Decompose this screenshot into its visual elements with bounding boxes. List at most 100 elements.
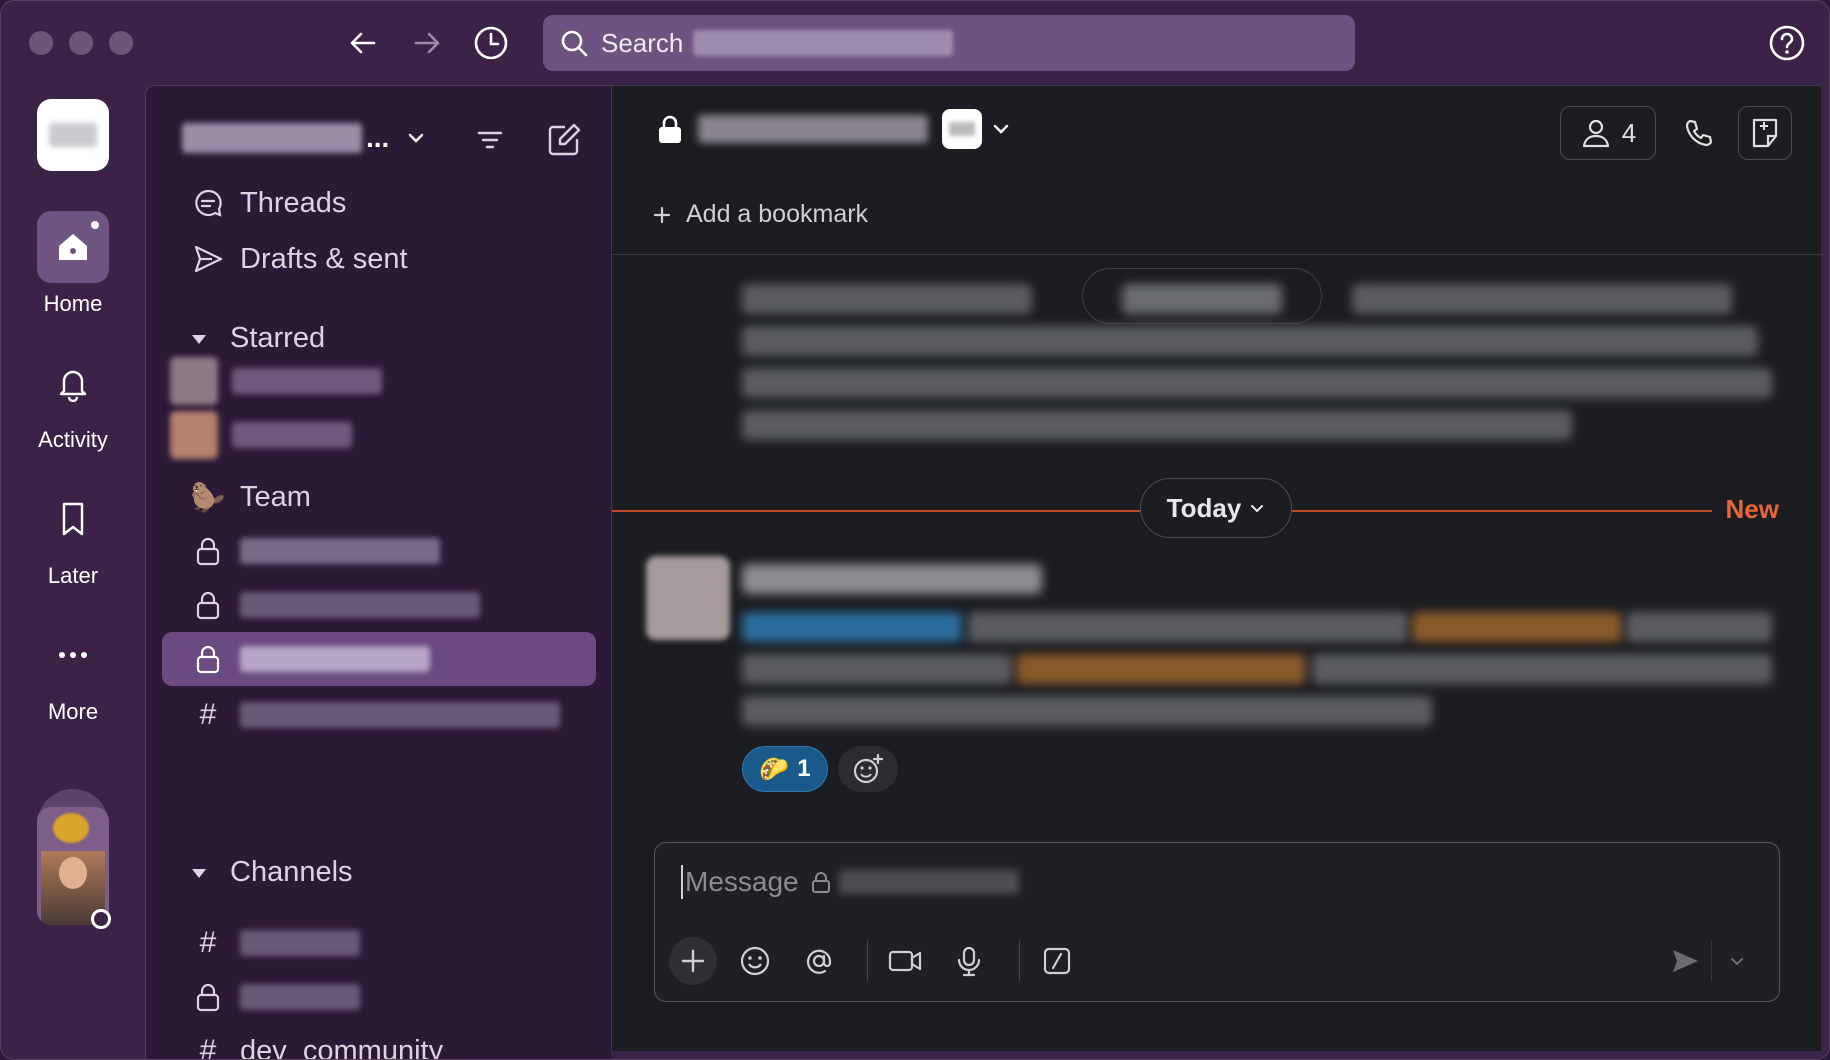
section-label-channels: Channels <box>230 856 353 888</box>
attach-button[interactable] <box>669 937 717 985</box>
back-button[interactable] <box>341 21 385 65</box>
starred-dm-2[interactable] <box>162 408 596 462</box>
avatar <box>170 357 218 405</box>
send-icon <box>194 245 223 273</box>
sidebar-item-threads[interactable]: Threads <box>162 176 596 230</box>
message-input[interactable]: Message <box>681 865 1019 899</box>
date-divider-button[interactable]: Today <box>1140 478 1292 538</box>
sidebar-label-team: Team <box>240 480 311 513</box>
filter-button[interactable] <box>468 118 512 162</box>
filter-icon <box>477 131 503 149</box>
channel-private-2[interactable] <box>162 578 596 632</box>
video-icon <box>888 950 922 972</box>
canvas-button[interactable] <box>1738 106 1792 160</box>
rail-item-activity[interactable]: Activity <box>1 347 145 453</box>
caret-down-icon <box>192 334 206 344</box>
app-window: Search Home Activity Later More ... Thre… <box>0 0 1830 1060</box>
sidebar-label-drafts: Drafts & sent <box>240 242 408 275</box>
bookmark-icon <box>62 502 84 536</box>
sidebar-item-team[interactable]: 🦫 Team <box>162 470 596 524</box>
at-icon <box>806 949 832 974</box>
channel-private-3[interactable] <box>162 970 596 1024</box>
shortcuts-button[interactable] <box>1033 937 1081 985</box>
compose-icon <box>548 123 581 156</box>
microphone-icon <box>957 946 981 977</box>
help-button[interactable] <box>1767 23 1807 63</box>
starred-dm-1[interactable] <box>162 354 596 408</box>
taco-emoji-icon: 🌮 <box>759 755 790 783</box>
section-channels[interactable]: Channels <box>190 856 353 889</box>
rail-label-activity: Activity <box>38 427 108 452</box>
channel-title[interactable] <box>698 115 928 143</box>
channel-private-active[interactable] <box>162 632 596 686</box>
sidebar-item-drafts[interactable]: Drafts & sent <box>162 232 596 286</box>
slash-command-icon <box>1043 947 1071 975</box>
workspace-menu[interactable]: ... <box>182 116 427 160</box>
text-caret <box>681 865 683 899</box>
add-bookmark-button[interactable]: Add a bookmark <box>652 200 868 229</box>
lock-icon <box>196 983 220 1012</box>
lock-icon <box>196 537 220 566</box>
history-button[interactable] <box>469 21 513 65</box>
user-avatar[interactable] <box>37 807 109 925</box>
rail-label-later: Later <box>47 563 99 588</box>
phone-icon <box>1685 119 1713 147</box>
audio-clip-button[interactable] <box>945 937 993 985</box>
compose-button[interactable] <box>538 112 592 166</box>
message-avatar[interactable] <box>646 556 730 640</box>
clock-icon <box>474 26 508 60</box>
reaction-count: 1 <box>797 755 811 782</box>
emoji-button[interactable] <box>731 937 779 985</box>
rail-item-later[interactable]: Later <box>1 483 145 589</box>
huddle-button[interactable] <box>1672 106 1726 160</box>
search-workspace-name <box>693 30 954 56</box>
presence-indicator <box>91 909 111 929</box>
hash-icon: # <box>199 926 217 959</box>
channel-public-2[interactable]: # <box>162 916 596 970</box>
chevron-down-icon[interactable] <box>990 118 1012 140</box>
workspace-logo[interactable] <box>37 99 109 171</box>
toolbar-divider <box>1019 941 1020 981</box>
send-options-button[interactable] <box>1717 937 1757 985</box>
members-button[interactable]: 4 <box>1560 106 1656 160</box>
message-composer[interactable]: Message <box>654 842 1780 1002</box>
rail-item-home[interactable]: Home <box>1 211 145 317</box>
channel-name <box>240 592 480 618</box>
dm-name <box>232 368 382 394</box>
hash-icon: # <box>199 1034 217 1060</box>
plus-icon <box>681 949 705 973</box>
add-bookmark-label: Add a bookmark <box>686 200 869 228</box>
minimize-window-button[interactable] <box>69 31 93 55</box>
close-window-button[interactable] <box>29 31 53 55</box>
reaction-taco[interactable]: 🌮 1 <box>742 746 828 792</box>
search-label: Search <box>601 27 684 58</box>
new-label: New <box>1725 494 1779 524</box>
search-bar[interactable]: Search <box>543 15 1355 71</box>
emoji-icon <box>740 946 770 976</box>
team-emoji-icon: 🦫 <box>190 481 226 513</box>
zoom-window-button[interactable] <box>109 31 133 55</box>
title-bar: Search <box>1 1 1829 85</box>
video-clip-button[interactable] <box>881 937 929 985</box>
mention-button[interactable] <box>795 937 843 985</box>
chevron-down-icon <box>409 133 424 143</box>
bell-icon <box>59 370 87 402</box>
channel-private-1[interactable] <box>162 524 596 578</box>
channel-name <box>240 930 360 956</box>
send-button[interactable] <box>1661 937 1709 985</box>
person-icon <box>1582 119 1609 148</box>
channel-public-1[interactable]: # <box>162 688 596 742</box>
rail-label-more: More <box>47 699 99 724</box>
forward-button[interactable] <box>405 21 449 65</box>
rail-item-more[interactable]: More <box>1 619 145 725</box>
lock-icon <box>659 115 681 143</box>
channel-dev-community[interactable]: # dev_community <box>162 1024 596 1060</box>
channel-view: 4 Add a bookmark Today New 🌮 1 Message <box>611 85 1822 1051</box>
channel-name <box>240 702 560 728</box>
add-reaction-button[interactable] <box>838 746 898 792</box>
more-dots-icon <box>59 652 87 658</box>
help-icon <box>1769 25 1805 61</box>
workspace-name <box>182 123 362 153</box>
section-starred[interactable]: Starred <box>190 322 325 355</box>
sidebar-label-threads: Threads <box>240 186 347 219</box>
